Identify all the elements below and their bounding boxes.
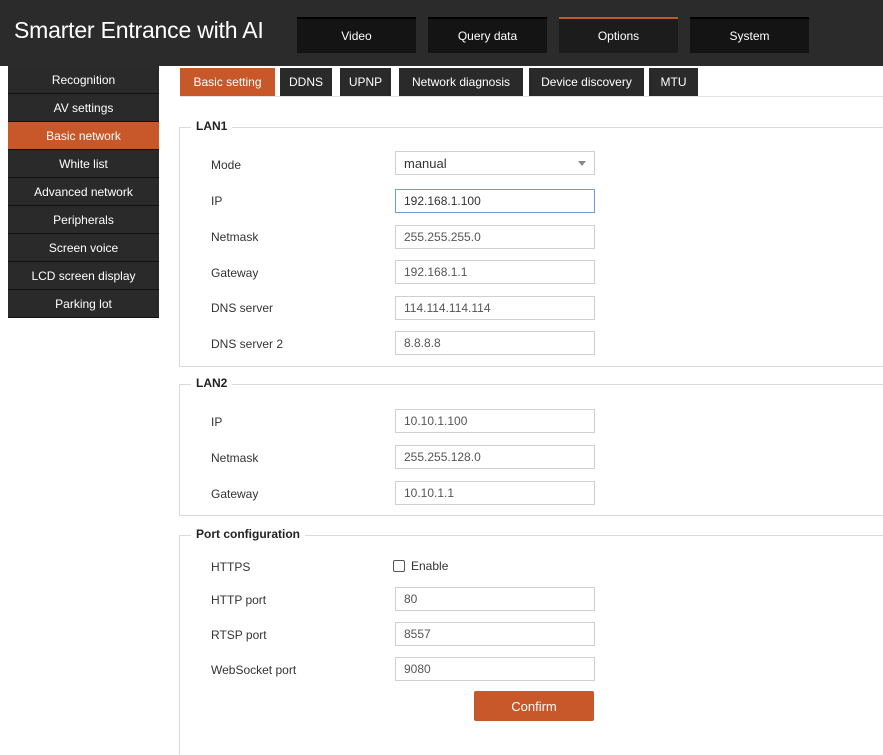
lan1-dns-label: DNS server [211, 301, 274, 315]
top-header: Smarter Entrance with AI Video Query dat… [0, 0, 883, 66]
sidebar: Recognition AV settings Basic network Wh… [8, 66, 159, 318]
sidebar-item-parking-lot[interactable]: Parking lot [8, 290, 159, 318]
sidebar-item-screen-voice[interactable]: Screen voice [8, 234, 159, 262]
lan2-netmask-input[interactable]: 255.255.128.0 [395, 445, 595, 469]
lan2-ip-input[interactable]: 10.10.1.100 [395, 409, 595, 433]
port-config-legend: Port configuration [191, 527, 305, 541]
subtab-device-discovery[interactable]: Device discovery [529, 68, 644, 96]
https-enable-label: Enable [411, 559, 449, 573]
sidebar-item-lcd-screen-display[interactable]: LCD screen display [8, 262, 159, 290]
lan1-netmask-label: Netmask [211, 230, 259, 244]
lan1-legend: LAN1 [191, 119, 233, 133]
sidebar-item-white-list[interactable]: White list [8, 150, 159, 178]
subtab-basic-setting[interactable]: Basic setting [180, 68, 275, 96]
lan1-dns2-label: DNS server 2 [211, 337, 284, 351]
sidebar-item-av-settings[interactable]: AV settings [8, 94, 159, 122]
lan1-gateway-label: Gateway [211, 266, 259, 280]
sidebar-item-peripherals[interactable]: Peripherals [8, 206, 159, 234]
chevron-down-icon [578, 160, 586, 166]
rtsp-port-input[interactable]: 8557 [395, 622, 595, 646]
top-tab-video[interactable]: Video [297, 17, 416, 53]
subtab-upnp[interactable]: UPNP [340, 68, 391, 96]
lan1-dns2-input[interactable]: 8.8.8.8 [395, 331, 595, 355]
lan2-netmask-label: Netmask [211, 451, 259, 465]
lan2-gateway-label: Gateway [211, 487, 259, 501]
lan2-fieldset: LAN2 IP 10.10.1.100 Netmask 255.255.128.… [179, 376, 883, 516]
lan1-fieldset: LAN1 Mode manual IP 192.168.1.100 Netmas… [179, 119, 883, 367]
port-config-fieldset: Port configuration HTTPS Enable HTTP por… [179, 527, 883, 755]
mode-value: manual [404, 155, 447, 171]
http-port-input[interactable]: 80 [395, 587, 595, 611]
http-port-label: HTTP port [211, 593, 267, 607]
lan2-ip-label: IP [211, 415, 223, 429]
rtsp-port-label: RTSP port [211, 628, 267, 642]
subtab-mtu[interactable]: MTU [649, 68, 698, 96]
lan1-dns-input[interactable]: 114.114.114.114 [395, 296, 595, 320]
sidebar-item-recognition[interactable]: Recognition [8, 66, 159, 94]
top-tab-query-data[interactable]: Query data [428, 17, 547, 53]
app-title: Smarter Entrance with AI [14, 17, 264, 43]
https-label: HTTPS [211, 560, 251, 574]
lan1-ip-input[interactable]: 192.168.1.100 [395, 189, 595, 213]
lan2-gateway-input[interactable]: 10.10.1.1 [395, 481, 595, 505]
mode-select[interactable]: manual [395, 151, 595, 175]
lan2-legend: LAN2 [191, 376, 233, 390]
subtab-network-diagnosis[interactable]: Network diagnosis [399, 68, 523, 96]
websocket-port-label: WebSocket port [211, 663, 297, 677]
sidebar-item-advanced-network[interactable]: Advanced network [8, 178, 159, 206]
top-tab-options[interactable]: Options [559, 17, 678, 53]
subtab-ddns[interactable]: DDNS [280, 68, 332, 96]
lan1-ip-label: IP [211, 194, 223, 208]
https-enable-checkbox[interactable] [393, 560, 405, 572]
https-enable-toggle[interactable]: Enable [393, 559, 448, 573]
websocket-port-input[interactable]: 9080 [395, 657, 595, 681]
subtab-divider [180, 96, 883, 97]
lan1-gateway-input[interactable]: 192.168.1.1 [395, 260, 595, 284]
lan1-netmask-input[interactable]: 255.255.255.0 [395, 225, 595, 249]
confirm-button[interactable]: Confirm [474, 691, 594, 721]
sidebar-item-basic-network[interactable]: Basic network [8, 122, 159, 150]
mode-label: Mode [211, 158, 242, 172]
top-tab-system[interactable]: System [690, 17, 809, 53]
